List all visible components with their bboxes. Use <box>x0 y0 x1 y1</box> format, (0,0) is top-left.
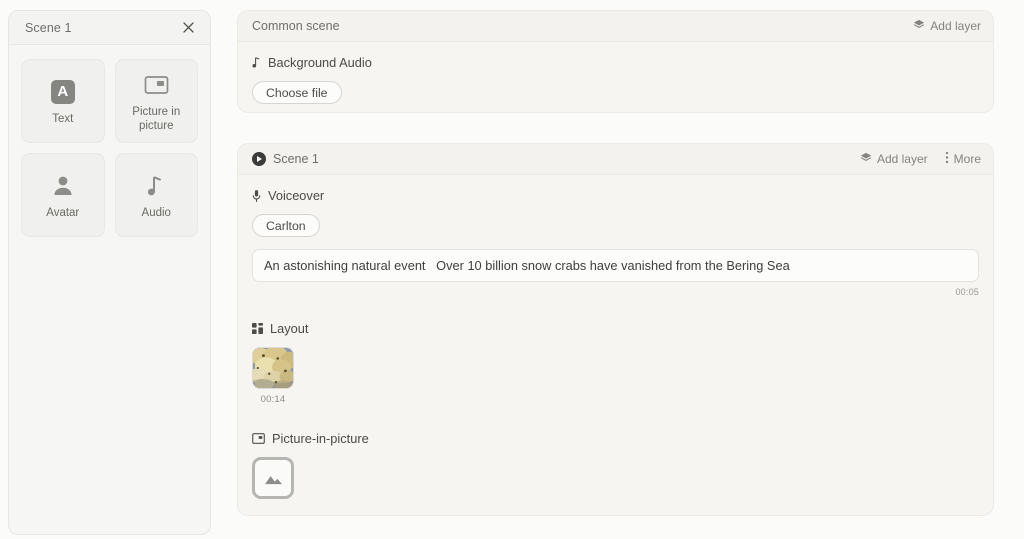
more-label: More <box>953 152 981 166</box>
play-circle-icon[interactable] <box>252 152 266 166</box>
layer-blocks-panel: Scene 1 A Text Picture in picture Avatar… <box>8 10 211 535</box>
music-note-icon <box>252 56 261 69</box>
add-layer-button[interactable]: Add layer <box>913 19 981 34</box>
microphone-icon <box>252 189 261 203</box>
layers-icon <box>860 152 872 167</box>
common-scene-card: Common scene Add layer Background Audio … <box>237 10 994 113</box>
block-tile-picture-in-picture[interactable]: Picture in picture <box>114 59 198 143</box>
picture-in-picture-section-label: Picture-in-picture <box>252 431 979 446</box>
scene-body: Voiceover Carlton An astonishing natural… <box>238 175 993 515</box>
more-button[interactable]: More <box>945 151 981 167</box>
block-tile-label: Avatar <box>46 206 80 219</box>
layers-icon <box>913 19 925 34</box>
layout-thumbnail-duration: 00:14 <box>260 394 286 405</box>
voiceover-script-input[interactable]: An astonishing natural event Over 10 bil… <box>252 249 979 282</box>
layout-section: Layout 00:14 <box>252 321 979 405</box>
voice-chip-carlton[interactable]: Carlton <box>252 214 320 237</box>
picture-in-picture-icon <box>252 433 265 444</box>
common-scene-header: Common scene Add layer <box>238 11 993 42</box>
block-tile-text[interactable]: A Text <box>21 59 105 143</box>
layout-label: Layout <box>270 321 309 336</box>
audio-note-icon <box>146 171 166 201</box>
add-layer-button[interactable]: Add layer <box>860 152 928 167</box>
scene-title: Scene 1 <box>273 152 319 166</box>
common-scene-title: Common scene <box>252 19 340 33</box>
voiceover-section-label: Voiceover <box>252 188 979 203</box>
block-tile-label: Audio <box>141 206 171 219</box>
picture-in-picture-placeholder[interactable] <box>252 457 294 499</box>
block-tile-audio[interactable]: Audio <box>114 153 198 237</box>
common-scene-body: Background Audio Choose file <box>238 42 993 112</box>
left-panel-title: Scene 1 <box>25 20 72 35</box>
background-audio-label: Background Audio <box>268 55 372 70</box>
snow-crabs-photo <box>253 348 293 388</box>
background-audio-section-label: Background Audio <box>252 55 979 70</box>
picture-in-picture-section: Picture-in-picture <box>252 431 979 499</box>
image-placeholder-icon <box>263 470 284 487</box>
layout-thumbnail[interactable] <box>252 347 294 389</box>
more-vertical-icon <box>945 151 949 167</box>
picture-in-picture-label: Picture-in-picture <box>272 431 369 446</box>
voiceover-duration: 00:05 <box>955 287 979 297</box>
block-tile-label: Picture in picture <box>132 105 181 132</box>
picture-in-picture-icon <box>144 70 169 100</box>
add-layer-label: Add layer <box>930 19 981 33</box>
close-icon[interactable] <box>180 20 196 36</box>
block-tile-avatar[interactable]: Avatar <box>21 153 105 237</box>
layout-grid-icon <box>252 323 263 334</box>
scene-header-actions: Add layer More <box>860 151 981 167</box>
scene-header: Scene 1 Add layer More <box>238 144 993 175</box>
scene-card: Scene 1 Add layer More Voiceover Carlton… <box>237 143 994 516</box>
add-layer-label: Add layer <box>876 152 928 166</box>
choose-file-button[interactable]: Choose file <box>252 81 342 104</box>
layout-section-label: Layout <box>252 321 979 336</box>
block-tile-label: Text <box>52 112 74 125</box>
common-scene-header-actions: Add layer <box>913 19 981 34</box>
text-icon: A <box>50 77 75 107</box>
voiceover-label: Voiceover <box>268 188 325 203</box>
scene-title-group: Scene 1 <box>252 152 319 166</box>
avatar-icon <box>51 171 75 201</box>
block-type-grid: A Text Picture in picture Avatar Audio <box>9 45 210 251</box>
left-panel-header: Scene 1 <box>9 11 210 45</box>
scenes-column: Common scene Add layer Background Audio … <box>237 10 994 516</box>
